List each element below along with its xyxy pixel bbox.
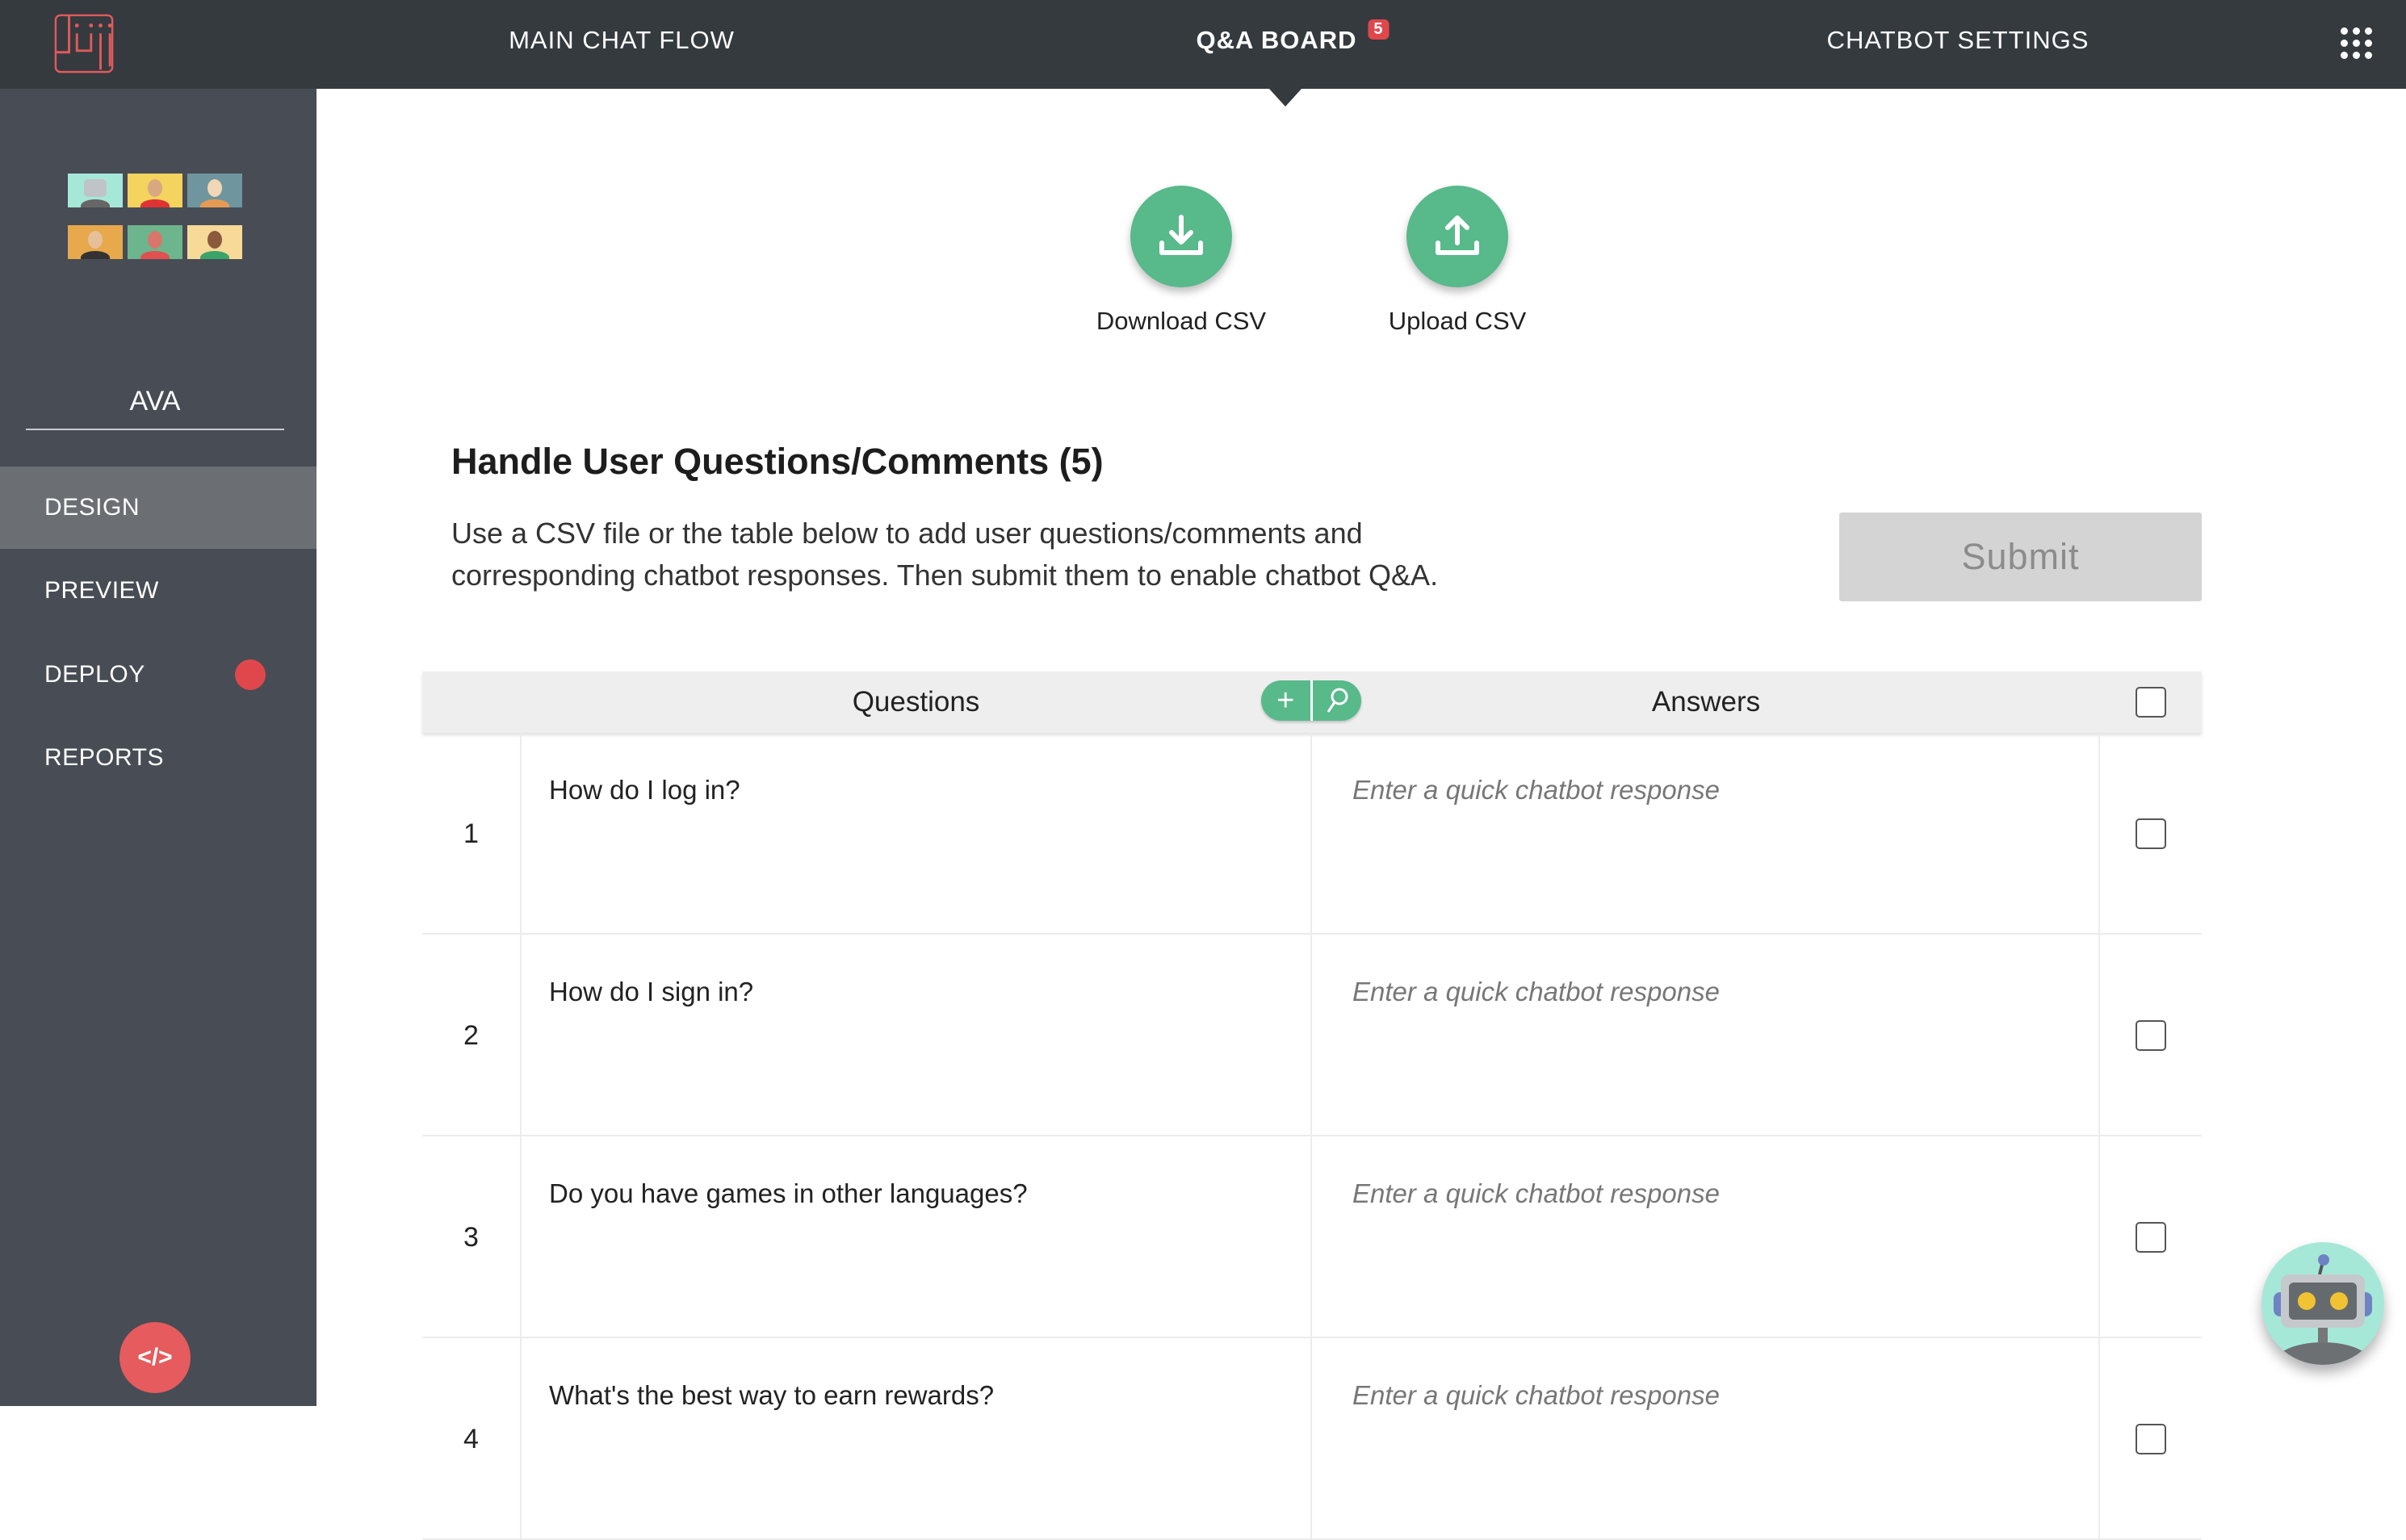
- question-field[interactable]: How do I sign in?: [520, 935, 1312, 1136]
- question-field[interactable]: Do you have games in other languages?: [520, 1136, 1312, 1338]
- persona-avatars: [68, 174, 242, 259]
- table-header: Questions + Answers: [422, 672, 2202, 733]
- row-number: 4: [463, 1424, 479, 1454]
- table-row: 2 How do I sign in? Enter a quick chatbo…: [422, 935, 2202, 1136]
- nav-label: MAIN CHAT FLOW: [509, 26, 735, 54]
- avatar[interactable]: [68, 225, 123, 259]
- sidebar-item-design[interactable]: DESIGN: [0, 467, 316, 549]
- nav-chatbot-settings[interactable]: CHATBOT SETTINGS: [1827, 26, 2090, 55]
- nav-label: CHATBOT SETTINGS: [1826, 26, 2090, 54]
- question-field[interactable]: How do I log in?: [520, 733, 1312, 935]
- chatbot-launcher[interactable]: [2261, 1242, 2384, 1365]
- table-row: 4 What's the best way to earn rewards? E…: [422, 1338, 2202, 1540]
- download-label: Download CSV: [1096, 307, 1267, 335]
- questions-header: Questions: [852, 686, 980, 718]
- section-description: Use a CSV file or the table below to add…: [451, 517, 1439, 592]
- avatar[interactable]: [128, 174, 182, 207]
- robot-avatar[interactable]: [68, 174, 123, 207]
- row-checkbox[interactable]: [2136, 1222, 2166, 1253]
- upload-csv-button[interactable]: Upload CSV: [1356, 186, 1558, 336]
- nav-main-chat-flow[interactable]: MAIN CHAT FLOW: [509, 26, 735, 55]
- status-dot: [235, 659, 266, 690]
- answers-header: Answers: [1651, 686, 1761, 718]
- robot-icon: [2274, 1254, 2372, 1365]
- row-checkbox[interactable]: [2136, 1424, 2166, 1454]
- row-checkbox[interactable]: [2136, 818, 2166, 849]
- select-all-checkbox[interactable]: [2136, 687, 2166, 718]
- row-number: 2: [463, 1020, 479, 1051]
- sidebar-item-deploy[interactable]: DEPLOY: [0, 634, 316, 716]
- download-icon: [1130, 186, 1232, 287]
- section-title: Handle User Questions/Comments (5): [451, 441, 1104, 482]
- table-row: 3 Do you have games in other languages? …: [422, 1136, 2202, 1338]
- answer-field[interactable]: Enter a quick chatbot response: [1312, 733, 2100, 935]
- active-tab-indicator: [1269, 89, 1302, 107]
- sidebar-item-label: REPORTS: [44, 744, 164, 771]
- upload-label: Upload CSV: [1388, 307, 1527, 335]
- avatar[interactable]: [187, 174, 242, 207]
- embed-code-button[interactable]: </>: [119, 1322, 191, 1393]
- answer-field[interactable]: Enter a quick chatbot response: [1312, 1338, 2100, 1540]
- sidebar-item-reports[interactable]: REPORTS: [0, 717, 316, 799]
- juji-logo[interactable]: [53, 13, 116, 76]
- sidebar-item-label: PREVIEW: [44, 577, 159, 604]
- sidebar-item-label: DEPLOY: [44, 661, 145, 688]
- grid-icon[interactable]: [2341, 27, 2373, 60]
- count-badge: 5: [1368, 19, 1390, 40]
- question-field[interactable]: What's the best way to earn rewards?: [520, 1338, 1312, 1540]
- sidebar-item-label: DESIGN: [44, 494, 140, 521]
- avatar[interactable]: [187, 225, 242, 259]
- plus-icon: +: [1276, 683, 1295, 718]
- nav-label: Q&A BOARD: [1196, 26, 1357, 54]
- answer-field[interactable]: Enter a quick chatbot response: [1312, 935, 2100, 1136]
- row-checkbox[interactable]: [2136, 1020, 2166, 1051]
- table-row: 1 How do I log in? Enter a quick chatbot…: [422, 733, 2202, 935]
- row-number: 3: [463, 1222, 479, 1253]
- avatar[interactable]: [128, 225, 182, 259]
- add-question-button[interactable]: +: [1261, 680, 1313, 721]
- sidebar: AVA DESIGN PREVIEW DEPLOY REPORTS </>: [0, 89, 316, 1406]
- submit-button[interactable]: Submit: [1839, 513, 2202, 601]
- download-csv-button[interactable]: Download CSV: [1080, 186, 1282, 336]
- top-nav-bar: MAIN CHAT FLOW Q&A BOARD 5 CHATBOT SETTIN…: [0, 0, 2406, 89]
- bot-name: AVA: [26, 386, 284, 430]
- row-number: 1: [463, 818, 479, 849]
- upload-icon: [1406, 186, 1508, 287]
- answer-field[interactable]: Enter a quick chatbot response: [1312, 1136, 2100, 1338]
- sidebar-item-preview[interactable]: PREVIEW: [0, 550, 316, 632]
- nav-qa-board[interactable]: Q&A BOARD 5: [1196, 19, 1390, 55]
